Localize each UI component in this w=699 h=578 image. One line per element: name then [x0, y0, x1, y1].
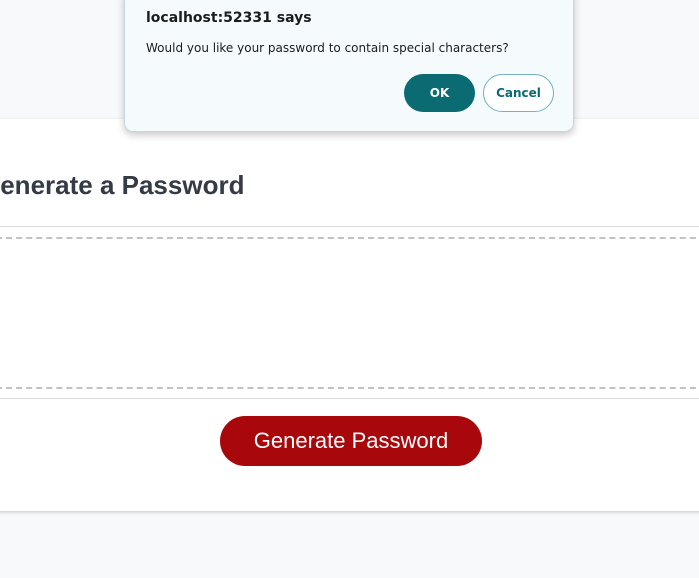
- dialog-title: localhost:52331 says: [146, 10, 312, 26]
- dialog-message: Would you like your password to contain …: [146, 41, 509, 55]
- footer-divider: [0, 398, 699, 399]
- cancel-button[interactable]: Cancel: [483, 74, 554, 112]
- header-divider: [0, 226, 699, 227]
- ok-button[interactable]: OK: [404, 74, 475, 112]
- password-output[interactable]: [0, 237, 699, 389]
- generate-password-button[interactable]: Generate Password: [220, 416, 482, 466]
- confirm-dialog: localhost:52331 says Would you like your…: [124, 0, 574, 132]
- page-title: Generate a Password: [0, 170, 245, 200]
